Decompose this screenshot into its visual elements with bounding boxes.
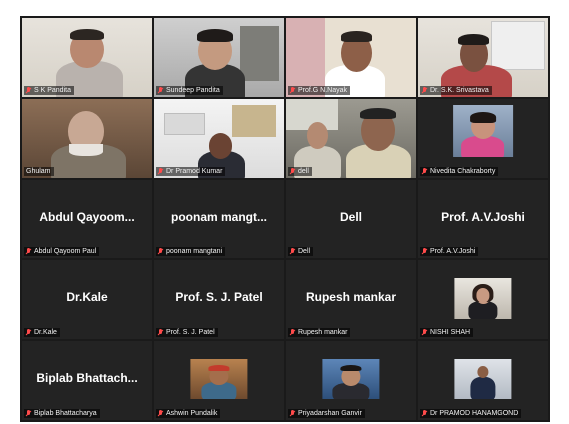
participant-display-name: Rupesh mankar <box>305 290 397 305</box>
participant-name-label: dell <box>288 166 312 176</box>
participant-name-label: Dr Pramod Kumar <box>156 166 226 176</box>
mic-off-icon <box>290 410 295 417</box>
mic-off-icon <box>158 86 163 94</box>
participant-photo <box>454 277 512 319</box>
participant-tile-poonam-mangtani[interactable]: poonam mangt... poonam mangtani <box>154 179 284 259</box>
participant-tile-ashwin-pundalik[interactable]: Ashwin Pundalik <box>154 341 284 420</box>
participant-name-label: poonam mangtani <box>156 247 226 257</box>
mic-off-icon <box>290 167 295 175</box>
participant-tile-s-k-pandita[interactable]: S K Pandita <box>22 18 152 97</box>
mic-off-icon <box>422 410 427 417</box>
participant-tile-prof-g-n-nayak[interactable]: Prof.G N.Nayak <box>286 18 416 97</box>
participant-name-label: NISHI SHAH <box>420 328 474 338</box>
participant-name-label: Sundeep Pandita <box>156 85 223 95</box>
participant-tile-ghulam[interactable]: Ghulam <box>22 98 152 178</box>
participant-name-label: Dell <box>288 247 314 257</box>
participant-name-label: Ghulam <box>24 166 54 176</box>
participant-tile-dr-pramod-kumar[interactable]: Dr Pramod Kumar <box>154 98 284 178</box>
mic-off-icon <box>422 329 427 336</box>
participant-grid: S K Pandita Sundeep Pandita Prof.G N.Nay… <box>20 16 550 422</box>
participant-name-label: Ashwin Pundalik <box>156 409 221 418</box>
participant-tile-sundeep-pandita[interactable]: Sundeep Pandita <box>154 18 284 97</box>
participant-name-label: Prof. A.V.Joshi <box>420 247 479 257</box>
mic-off-icon <box>422 248 427 255</box>
participant-tile-abdul-qayoom-paul[interactable]: Abdul Qayoom... Abdul Qayoom Paul <box>22 179 152 259</box>
participant-display-name: Biplab Bhattach... <box>36 371 138 386</box>
participant-display-name: Dell <box>339 209 362 224</box>
mic-off-icon <box>26 329 31 336</box>
participant-name-label: Prof. S. J. Patel <box>156 328 218 338</box>
participant-tile-dell-2[interactable]: Dell Dell <box>286 179 416 259</box>
participant-photo <box>453 105 513 158</box>
participant-tile-dr-pramod-hanamgond[interactable]: Dr PRAMOD HANAMGOND <box>418 341 548 420</box>
mic-off-icon <box>26 86 31 94</box>
mic-off-icon <box>422 167 427 175</box>
participant-photo <box>190 358 248 400</box>
mic-off-icon <box>290 248 295 255</box>
participant-name-label: Prof.G N.Nayak <box>288 85 351 95</box>
participant-name-label: Dr.Kale <box>24 328 60 338</box>
mic-off-icon <box>158 329 163 336</box>
participant-name-label: Dr PRAMOD HANAMGOND <box>420 409 522 418</box>
participant-name-label: S K Pandita <box>24 85 74 95</box>
participant-tile-biplab-bhattacharya[interactable]: Biplab Bhattach... Biplab Bhattacharya <box>22 341 152 420</box>
mic-off-icon <box>290 329 295 336</box>
participant-name-label: Rupesh mankar <box>288 328 351 338</box>
participant-tile-nivedita-chakraborty[interactable]: Nivedita Chakraborty <box>418 98 548 178</box>
participant-display-name: Prof. A.V.Joshi <box>441 209 525 224</box>
participant-name-label: Abdul Qayoom Paul <box>24 247 100 257</box>
participant-display-name: Prof. S. J. Patel <box>175 290 263 305</box>
participant-name-label: Dr. S.K. Srivastava <box>420 85 492 95</box>
participant-display-name: Dr.Kale <box>66 290 108 305</box>
participant-name-label: Biplab Bhattacharya <box>24 409 100 418</box>
mic-off-icon <box>158 248 163 255</box>
participant-tile-prof-a-v-joshi[interactable]: Prof. A.V.Joshi Prof. A.V.Joshi <box>418 179 548 259</box>
participant-tile-nishi-shah[interactable]: NISHI SHAH <box>418 260 548 340</box>
participant-photo <box>454 358 512 400</box>
mic-off-icon <box>26 248 31 255</box>
mic-off-icon <box>422 86 427 94</box>
participant-tile-dr-s-k-srivastava[interactable]: Dr. S.K. Srivastava <box>418 18 548 97</box>
participant-display-name: poonam mangt... <box>171 209 267 224</box>
participant-tile-dr-kale[interactable]: Dr.Kale Dr.Kale <box>22 260 152 340</box>
mic-off-icon <box>158 410 163 417</box>
participant-tile-dell[interactable]: dell <box>286 98 416 178</box>
mic-off-icon <box>290 86 295 94</box>
participant-name-label: Priyadarshan Ganvir <box>288 409 365 418</box>
mic-off-icon <box>158 167 163 175</box>
participant-tile-priyadarshan-ganvir[interactable]: Priyadarshan Ganvir <box>286 341 416 420</box>
participant-photo <box>322 358 380 400</box>
participant-display-name: Abdul Qayoom... <box>39 209 135 224</box>
participant-tile-rupesh-mankar[interactable]: Rupesh mankar Rupesh mankar <box>286 260 416 340</box>
participant-name-label: Nivedita Chakraborty <box>420 166 499 176</box>
participant-tile-prof-s-j-patel[interactable]: Prof. S. J. Patel Prof. S. J. Patel <box>154 260 284 340</box>
mic-off-icon <box>26 410 31 417</box>
